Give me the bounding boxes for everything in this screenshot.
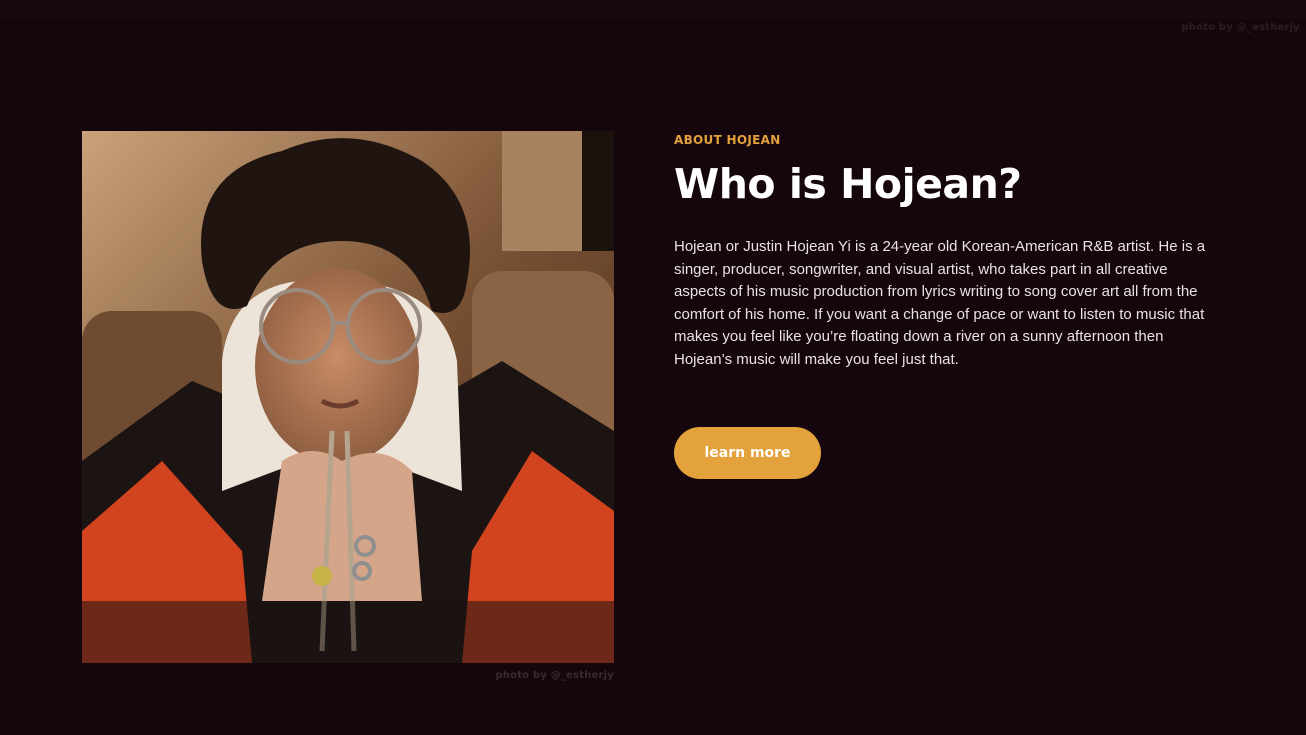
photo-credit: photo by @_estherjy: [495, 670, 614, 681]
about-section: ABOUT HOJEAN Who is Hojean? Hojean or Ju…: [674, 132, 1234, 479]
artist-bio: Hojean or Justin Hojean Yi is a 24-year …: [674, 238, 1206, 368]
learn-more-button[interactable]: learn more: [674, 427, 821, 479]
artist-photo-illustration: [82, 131, 614, 663]
artist-photo: [82, 131, 614, 663]
top-photo-credit: photo by @_estherjy: [1181, 22, 1300, 33]
section-heading: Who is Hojean?: [674, 160, 1022, 208]
section-eyebrow: ABOUT HOJEAN: [674, 133, 781, 147]
top-navbar-strip: [0, 0, 1306, 18]
